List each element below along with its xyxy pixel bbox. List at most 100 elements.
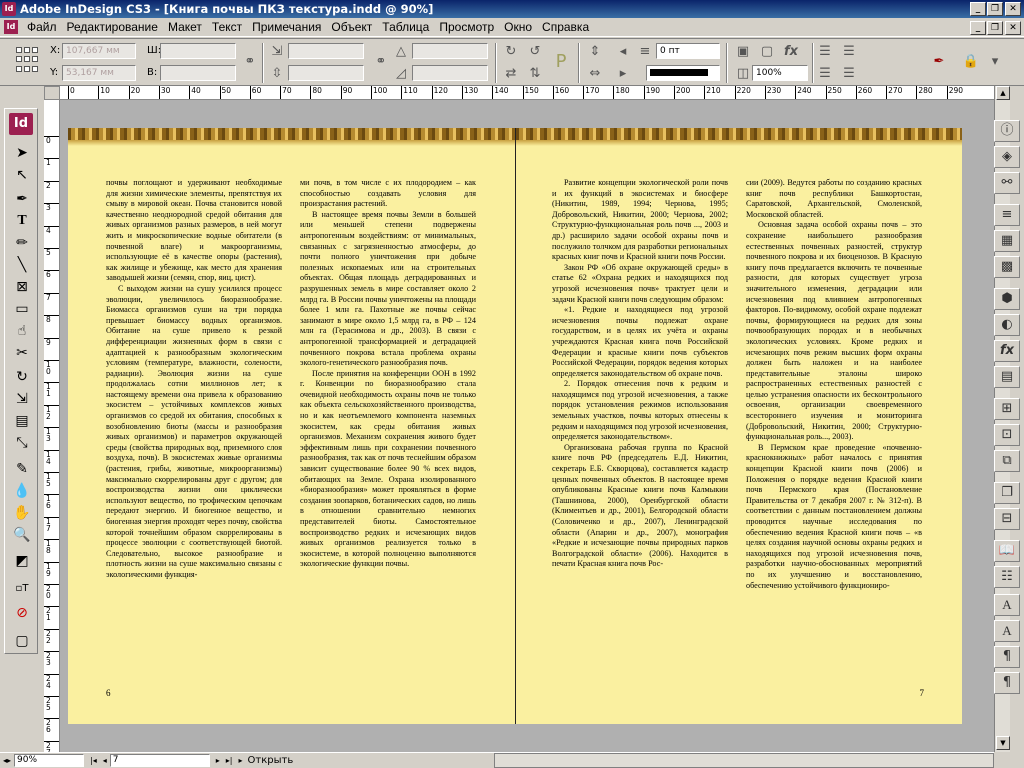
doc-icon[interactable]: Id	[4, 20, 18, 34]
horizontal-ruler[interactable]: 0 10 20 30 40 50 60 70 80 90 100 110 120 130 140 150 160…	[60, 86, 994, 100]
open-arrow-icon[interactable]: ▸	[239, 756, 243, 765]
horizontal-scrollbar[interactable]	[494, 753, 994, 768]
preflight-panel-icon[interactable]: ☷	[994, 566, 1020, 588]
doc-minimize-icon[interactable]: _	[970, 21, 986, 35]
minimize-icon[interactable]: _	[970, 2, 986, 16]
next-page-icon[interactable]: ▸	[216, 756, 220, 765]
effects-icon[interactable]: fx	[782, 43, 800, 61]
book-panel-icon[interactable]: 📖	[994, 540, 1020, 562]
left-page-column-1[interactable]: почвы поглощают и удерживают необходимые…	[106, 178, 282, 683]
scale-x-field[interactable]	[288, 43, 364, 59]
flip-v-icon[interactable]: ⇅	[526, 65, 544, 83]
zoom-tool-icon[interactable]: 🔍	[9, 525, 35, 545]
transform-panel-icon[interactable]: ⊡	[994, 424, 1020, 446]
constrain-link-icon[interactable]: ⚭	[241, 53, 259, 71]
shear-field[interactable]	[412, 65, 488, 81]
panel-menu-icon[interactable]: ▾	[986, 53, 1004, 71]
select-container-icon[interactable]: ⇕	[586, 43, 604, 61]
zoom-arrows-icon[interactable]: ◂▸	[3, 756, 11, 765]
x-field[interactable]: 107,667 мм	[62, 43, 136, 59]
info-panel-icon[interactable]: ⓘ	[994, 120, 1020, 142]
hand-tool-icon[interactable]: ✋	[9, 503, 35, 523]
zoom-field[interactable]: 90%	[14, 754, 85, 767]
scale-y-icon[interactable]: ⇳	[268, 65, 286, 83]
links-panel-icon[interactable]: ⚯	[994, 172, 1020, 194]
stroke-type-field[interactable]	[646, 65, 720, 81]
constrain-scale-icon[interactable]: ⚭	[372, 53, 390, 71]
eyedropper-tool-icon[interactable]: 💧	[9, 481, 35, 501]
align-center-icon[interactable]: ☰	[840, 43, 858, 61]
menu-edit[interactable]: Редактирование	[62, 20, 163, 34]
scroll-up-icon[interactable]: ▲	[996, 86, 1010, 100]
button-tool-icon[interactable]: ☝	[9, 321, 35, 341]
height-field[interactable]	[160, 65, 236, 81]
pen-tool-icon[interactable]: ✒	[930, 53, 948, 71]
scale-y-field[interactable]	[288, 65, 364, 81]
character-styles-icon[interactable]: A	[994, 620, 1020, 642]
drop-shadow-icon[interactable]: ▣	[734, 43, 752, 61]
menu-help[interactable]: Справка	[537, 20, 594, 34]
free-transform-tool-icon[interactable]: ⤡	[9, 433, 35, 453]
rotate-tool-icon[interactable]: ↻	[9, 367, 35, 387]
close-icon[interactable]: ✕	[1005, 2, 1021, 16]
width-field[interactable]	[160, 43, 236, 59]
effects-panel-icon[interactable]: fx	[994, 340, 1020, 362]
stroke-weight-field[interactable]: 0 пт	[656, 43, 720, 59]
swatches-grid-icon[interactable]: ▦	[994, 230, 1020, 252]
select-content-icon[interactable]: ⇔	[586, 65, 604, 83]
paragraph-styles-icon[interactable]: ¶	[994, 672, 1020, 694]
right-page-column-2[interactable]: сии (2009). Ведутся работы по созданию к…	[746, 178, 922, 683]
align-panel-icon[interactable]: ⊞	[994, 398, 1020, 420]
feather-icon[interactable]: ▢	[758, 43, 776, 61]
y-field[interactable]: 53,167 мм	[62, 65, 136, 81]
doc-restore-icon[interactable]: ❐	[987, 21, 1003, 35]
scissors-tool-icon[interactable]: ✂	[9, 343, 35, 363]
maximize-icon[interactable]: ❐	[987, 2, 1003, 16]
note-tool-icon[interactable]: ✎	[9, 459, 35, 479]
apply-none-icon[interactable]: ⊘	[9, 603, 35, 623]
menu-file[interactable]: Файл	[22, 20, 62, 34]
pen-tool-icon[interactable]: ✒	[9, 189, 35, 209]
page-field[interactable]: 7	[109, 754, 210, 767]
line-tool-icon[interactable]: ╲	[9, 255, 35, 275]
gradient-panel-icon[interactable]: ▤	[994, 366, 1020, 388]
vertical-ruler[interactable]: 0 1 2 3 4 5 6 7 8 9 10 11 12 13 14 15 16 17 18 19 20 21 22 23 24…	[44, 100, 60, 752]
rotate-field[interactable]	[412, 43, 488, 59]
rotate-icon[interactable]: △	[392, 43, 410, 61]
fill-stroke-icon[interactable]: ◩	[9, 551, 35, 571]
normal-view-icon[interactable]: ▢	[9, 631, 35, 651]
prev-page-icon[interactable]: ◂	[103, 756, 107, 765]
shear-icon[interactable]: ◿	[392, 65, 410, 83]
stroke-panel-icon[interactable]: ≡	[994, 204, 1020, 226]
text-wrap-icon[interactable]: ▩	[994, 256, 1020, 278]
pencil-tool-icon[interactable]: ✏	[9, 233, 35, 253]
menu-type[interactable]: Текст	[207, 20, 247, 34]
doc-close-icon[interactable]: ✕	[1005, 21, 1021, 35]
menu-notes[interactable]: Примечания	[247, 20, 326, 34]
menu-view[interactable]: Просмотр	[434, 20, 499, 34]
left-page-column-2[interactable]: ми почв, в том числе с их плодородием – …	[300, 178, 476, 683]
reference-point-icon[interactable]	[14, 45, 38, 75]
scale-tool-icon[interactable]: ⇲	[9, 389, 35, 409]
layers-panel-icon[interactable]: ◈	[994, 146, 1020, 168]
paragraph-panel-icon[interactable]: ¶	[994, 646, 1020, 668]
left-page[interactable]: почвы поглощают и удерживают необходимые…	[68, 128, 516, 724]
type-tool-icon[interactable]: T	[9, 211, 35, 231]
align-top-icon[interactable]: ☰	[816, 65, 834, 83]
pathfinder-panel-icon[interactable]: ⧉	[994, 450, 1020, 472]
rotate-ccw-icon[interactable]: ↺	[526, 43, 544, 61]
scroll-down-icon[interactable]: ▼	[996, 736, 1010, 750]
right-page[interactable]: Развитие концепции экологической роли по…	[516, 128, 962, 724]
flip-h-icon[interactable]: ⇄	[502, 65, 520, 83]
gradient-tool-icon[interactable]: ▤	[9, 411, 35, 431]
ruler-origin[interactable]	[44, 86, 60, 100]
right-page-column-1[interactable]: Развитие концепции экологической роли по…	[552, 178, 728, 683]
pages-panel-icon[interactable]: ❐	[994, 482, 1020, 504]
menu-object[interactable]: Объект	[326, 20, 377, 34]
opacity-field[interactable]: 100%	[752, 65, 808, 81]
swatches-panel-icon[interactable]: ⬢	[994, 288, 1020, 310]
menu-layout[interactable]: Макет	[163, 20, 207, 34]
open-label[interactable]: Открыть	[248, 755, 294, 766]
selection-tool-icon[interactable]: ➤	[9, 143, 35, 163]
character-panel-icon[interactable]: A	[994, 594, 1020, 616]
